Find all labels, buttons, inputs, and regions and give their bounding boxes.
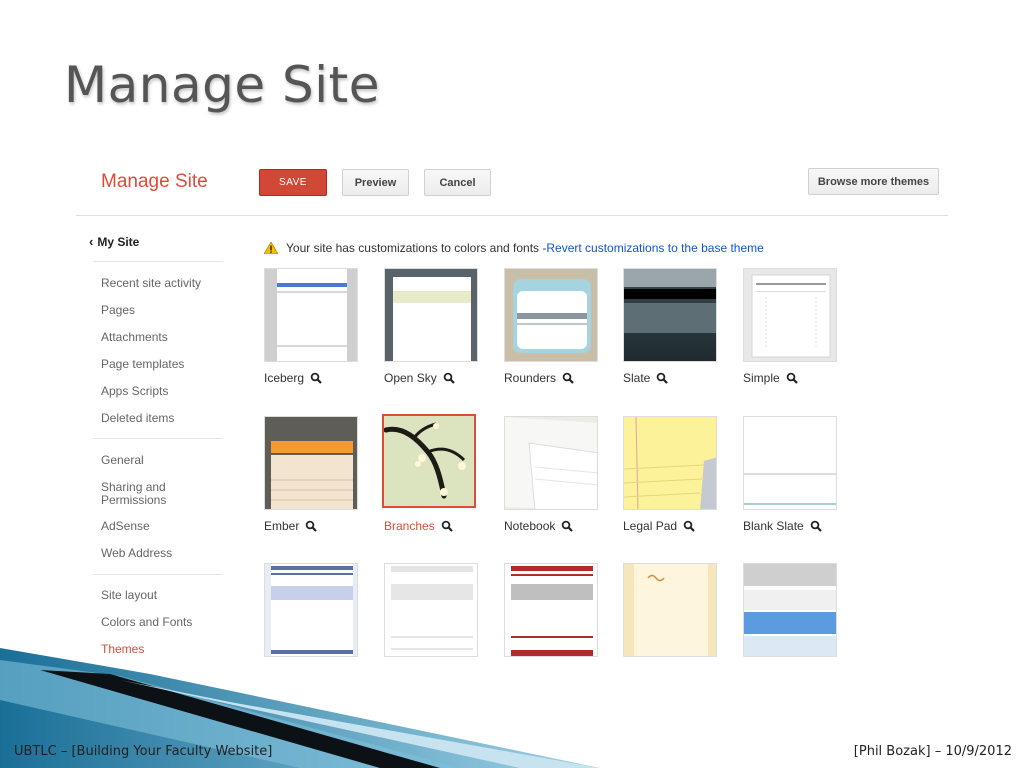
theme-name: Blank Slate: [743, 519, 804, 533]
sidebar-nav: ‹ My Site Recent site activity Pages Att…: [76, 220, 236, 674]
theme-name: Ember: [264, 519, 300, 533]
my-site-link[interactable]: ‹ My Site: [89, 234, 139, 249]
theme-label-legal-pad[interactable]: Legal Pad: [623, 519, 695, 533]
magnifier-icon[interactable]: [310, 372, 322, 384]
warning-icon: [264, 242, 278, 254]
sidebar-item-attachments[interactable]: Attachments: [101, 331, 168, 344]
footer-course: UBTLC – [Building Your Faculty Website]: [14, 744, 273, 759]
notice-text: Your site has customizations to colors a…: [286, 241, 547, 255]
magnifier-icon[interactable]: [656, 372, 669, 384]
magnifier-icon[interactable]: [443, 372, 455, 384]
theme-thumb-slate[interactable]: [623, 268, 717, 362]
theme-name: Simple: [743, 371, 780, 385]
theme-name: Slate: [623, 371, 651, 385]
sidebar-item-general[interactable]: General: [101, 454, 144, 467]
theme-thumb-notebook[interactable]: [504, 416, 598, 510]
magnifier-icon[interactable]: [810, 520, 822, 532]
theme-thumb-open-sky[interactable]: [384, 268, 478, 362]
theme-thumb-iceberg[interactable]: [264, 268, 358, 362]
theme-thumb-ember[interactable]: [264, 416, 358, 510]
theme-name: Legal Pad: [623, 519, 678, 533]
theme-thumb-simple[interactable]: [743, 268, 837, 362]
customization-notice: Your site has customizations to colors a…: [264, 241, 764, 255]
chevron-left-icon: ‹: [89, 234, 94, 249]
theme-label-rounders[interactable]: Rounders: [504, 371, 574, 385]
save-button[interactable]: SAVE: [259, 169, 327, 196]
my-site-label: My Site: [97, 234, 140, 249]
theme-thumb-legal-pad[interactable]: [623, 416, 717, 510]
theme-name: Branches: [384, 519, 435, 533]
toolbar: Manage Site SAVE Preview Cancel Browse m…: [76, 150, 948, 216]
sidebar-item-pages[interactable]: Pages: [101, 304, 135, 317]
theme-label-simple[interactable]: Simple: [743, 371, 798, 385]
theme-label-slate[interactable]: Slate: [623, 371, 669, 385]
footer-author-date: [Phil Bozak] – 10/9/2012: [853, 744, 1012, 759]
magnifier-icon[interactable]: [786, 372, 798, 384]
theme-label-branches[interactable]: Branches: [384, 519, 453, 533]
theme-thumb-rounders[interactable]: [504, 268, 598, 362]
sidebar-item-apps-scripts[interactable]: Apps Scripts: [101, 385, 168, 398]
sidebar-item-recent-activity[interactable]: Recent site activity: [101, 277, 201, 290]
sidebar-item-adsense[interactable]: AdSense: [101, 520, 150, 533]
sidebar-item-colors-fonts[interactable]: Colors and Fonts: [101, 616, 192, 629]
magnifier-icon[interactable]: [561, 520, 574, 532]
sidebar-item-page-templates[interactable]: Page templates: [101, 358, 184, 371]
sidebar-item-site-layout[interactable]: Site layout: [101, 589, 157, 602]
magnifier-icon[interactable]: [562, 372, 574, 384]
theme-name: Rounders: [504, 371, 557, 385]
browse-themes-button[interactable]: Browse more themes: [808, 168, 939, 195]
sidebar-item-web-address[interactable]: Web Address: [101, 547, 172, 560]
theme-label-open-sky[interactable]: Open Sky: [384, 371, 455, 385]
magnifier-icon[interactable]: [683, 520, 695, 532]
theme-label-iceberg[interactable]: Iceberg: [264, 371, 322, 385]
nav-divider: [93, 261, 223, 262]
preview-button[interactable]: Preview: [342, 169, 409, 196]
theme-label-ember[interactable]: Ember: [264, 519, 318, 533]
nav-divider: [93, 574, 223, 575]
sidebar-item-sharing[interactable]: Sharing and Permissions: [101, 481, 181, 507]
cancel-button[interactable]: Cancel: [424, 169, 491, 196]
nav-divider: [93, 438, 223, 439]
magnifier-icon[interactable]: [305, 520, 318, 532]
slide-title: Manage Site: [64, 56, 380, 114]
revert-customizations-link[interactable]: Revert customizations to the base theme: [546, 241, 763, 255]
app-title: Manage Site: [101, 171, 208, 192]
theme-name: Open Sky: [384, 371, 437, 385]
theme-thumb-blank-slate[interactable]: [743, 416, 837, 510]
magnifier-icon[interactable]: [441, 520, 453, 532]
manage-site-screenshot: Manage Site SAVE Preview Cancel Browse m…: [76, 150, 948, 674]
theme-label-blank-slate[interactable]: Blank Slate: [743, 519, 822, 533]
sidebar-item-deleted-items[interactable]: Deleted items: [101, 412, 174, 425]
theme-label-notebook[interactable]: Notebook: [504, 519, 574, 533]
theme-name: Notebook: [504, 519, 556, 533]
theme-name: Iceberg: [264, 371, 305, 385]
theme-thumb-branches[interactable]: [382, 414, 476, 508]
